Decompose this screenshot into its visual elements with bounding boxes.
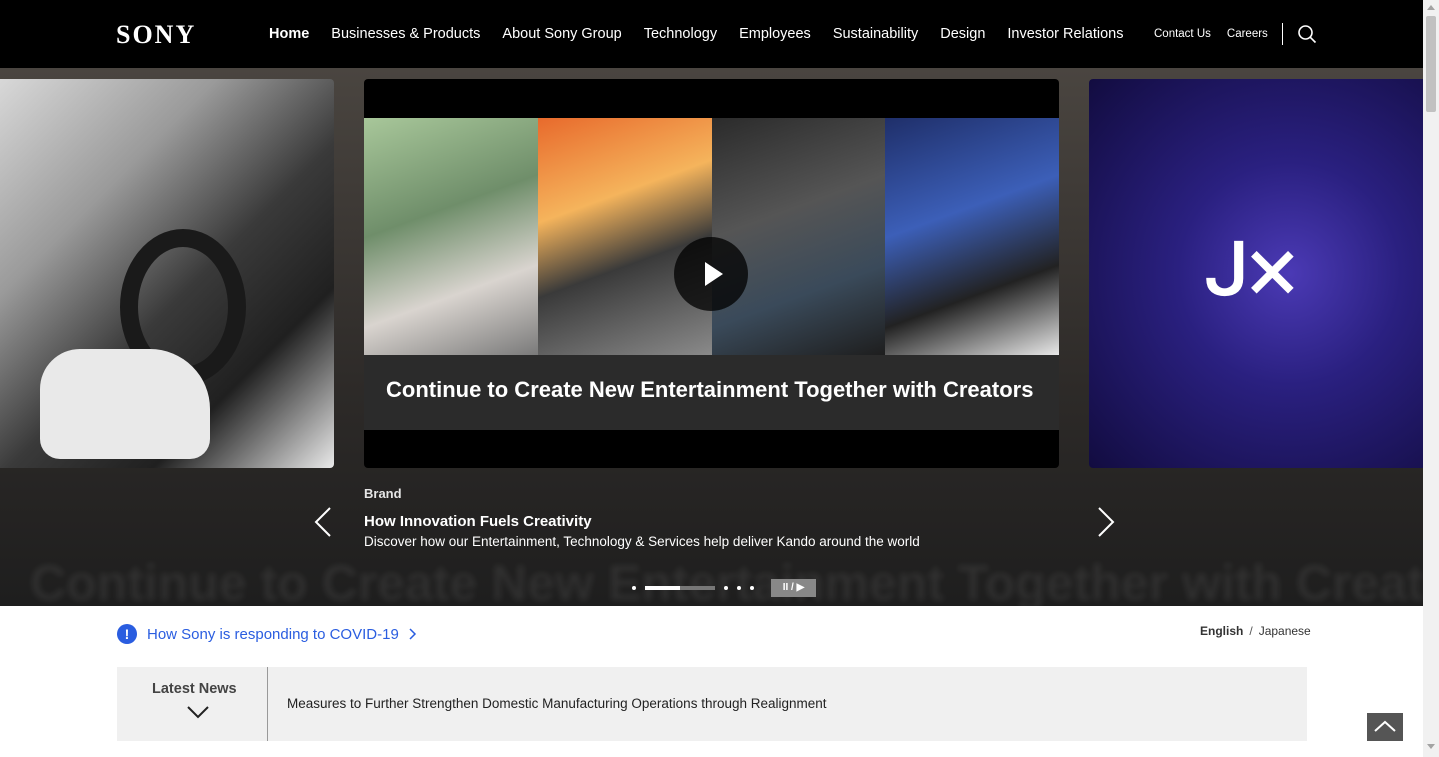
nav-design[interactable]: Design — [929, 26, 996, 42]
info-icon: ! — [117, 624, 137, 644]
slide-info: Brand How Innovation Fuels Creativity Di… — [364, 486, 920, 549]
chevron-right-icon[interactable] — [1095, 506, 1117, 538]
fnatic-logo-icon: ᒍ⨯ — [1205, 231, 1302, 309]
progress-fill — [645, 586, 680, 590]
back-to-top-button[interactable] — [1367, 713, 1403, 741]
chevron-up-icon — [1374, 720, 1396, 732]
play-icon[interactable] — [674, 237, 748, 311]
news-headline[interactable]: Measures to Further Strengthen Domestic … — [287, 696, 827, 711]
nav-home[interactable]: Home — [258, 26, 320, 42]
carousel-pagination: II / ▶ — [632, 579, 816, 597]
latest-news: Latest News Measures to Further Strength… — [117, 667, 1307, 741]
nav-sustainability[interactable]: Sustainability — [822, 26, 929, 42]
pagination-dot[interactable] — [750, 586, 754, 590]
scroll-down-arrow-icon[interactable] — [1427, 744, 1435, 749]
careers-link[interactable]: Careers — [1219, 28, 1276, 40]
slide-next[interactable]: ᒍ⨯ — [1089, 79, 1423, 468]
utility-nav: Contact Us Careers — [1146, 0, 1317, 68]
pause-play-button[interactable]: II / ▶ — [771, 579, 816, 597]
scrollbar[interactable] — [1423, 0, 1439, 757]
audio-engineer-image — [711, 118, 886, 355]
chevron-right-icon[interactable] — [409, 628, 417, 640]
latest-news-label: Latest News — [152, 681, 237, 697]
contact-us-link[interactable]: Contact Us — [1146, 28, 1219, 40]
hero-carousel: Continue to Create New Entertainment Tog… — [0, 68, 1423, 606]
cameraman-image — [537, 118, 712, 355]
covid-notice: ! How Sony is responding to COVID-19 — [117, 624, 417, 644]
speaker-image — [885, 118, 1059, 355]
nav-investor-relations[interactable]: Investor Relations — [996, 26, 1134, 42]
slide-category: Brand — [364, 486, 402, 501]
slide-title[interactable]: How Innovation Fuels Creativity — [364, 513, 920, 530]
language-japanese[interactable]: Japanese — [1259, 624, 1311, 638]
nav-technology[interactable]: Technology — [633, 26, 728, 42]
video-caption: Continue to Create New Entertainment Tog… — [386, 377, 1034, 402]
main-nav: Home Businesses & Products About Sony Gr… — [258, 0, 1134, 68]
chevron-left-icon[interactable] — [312, 506, 334, 538]
search-icon[interactable] — [1297, 24, 1317, 44]
covid-link[interactable]: How Sony is responding to COVID-19 — [147, 626, 399, 643]
pagination-dot[interactable] — [632, 586, 636, 590]
pagination-progress[interactable] — [645, 586, 715, 590]
language-separator: / — [1249, 624, 1253, 638]
scroll-up-arrow-icon[interactable] — [1427, 5, 1435, 10]
chevron-down-icon[interactable] — [186, 704, 210, 720]
nav-about-sony-group[interactable]: About Sony Group — [491, 26, 632, 42]
sony-logo[interactable]: SONY — [116, 20, 196, 50]
language-english[interactable]: English — [1200, 624, 1243, 638]
nav-businesses-products[interactable]: Businesses & Products — [320, 26, 491, 42]
latest-news-toggle[interactable]: Latest News — [117, 667, 268, 741]
slide-description: Discover how our Entertainment, Technolo… — [364, 534, 920, 549]
glove-image — [40, 349, 210, 459]
pagination-dot[interactable] — [737, 586, 741, 590]
nav-employees[interactable]: Employees — [728, 26, 822, 42]
site-header: SONY Home Businesses & Products About So… — [0, 0, 1423, 68]
slide-previous[interactable] — [0, 79, 334, 468]
scrollbar-thumb[interactable] — [1426, 16, 1436, 112]
page: SONY Home Businesses & Products About So… — [0, 0, 1423, 757]
photographer-image — [364, 118, 538, 355]
language-switch: English / Japanese — [1200, 624, 1311, 638]
pagination-dot[interactable] — [724, 586, 728, 590]
slide-current[interactable]: Continue to Create New Entertainment Tog… — [364, 79, 1059, 468]
divider — [1281, 23, 1283, 45]
video-caption-bar: Continue to Create New Entertainment Tog… — [364, 355, 1059, 430]
